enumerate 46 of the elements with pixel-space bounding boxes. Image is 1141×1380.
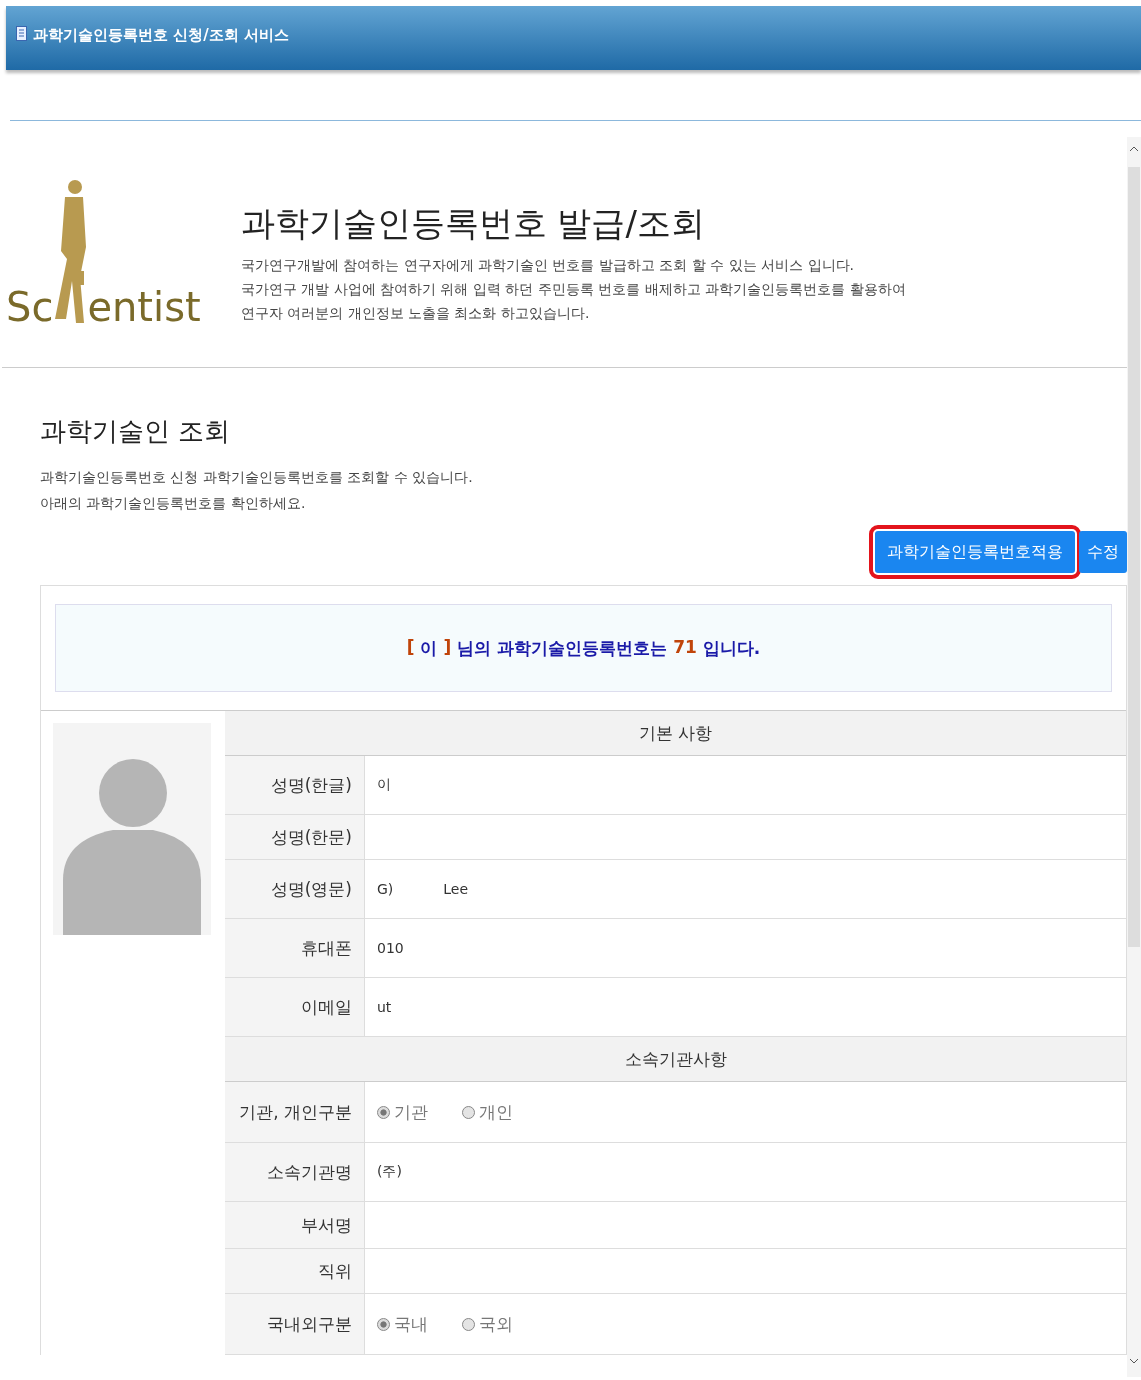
scroll-thumb[interactable] [1128,167,1140,947]
field-label: 휴대폰 [225,919,365,977]
field-label: 부서명 [225,1202,365,1248]
radio-label: 개인 [479,1100,513,1124]
field-value: 010 [377,940,404,956]
radio-button[interactable] [377,1317,390,1331]
radio-button[interactable] [462,1105,475,1119]
intro-text: 국가연구개발에 참여하는 연구자에게 과학기술인 번호를 발급하고 조회 할 수 있는 서비스 입니다. [240,257,856,275]
field-label: 성명(한글) [225,756,365,814]
radio-label: 국외 [479,1312,513,1336]
radio-button[interactable] [377,1105,390,1119]
field-value: Lee [443,881,469,897]
radio-label: 국내 [394,1312,428,1336]
intro-text: 연구자 여러분의 개인정보 노출을 최소화 하고있습니다. [240,305,591,323]
document-icon [16,26,27,41]
intro-text: 국가연구 개발 사업에 참여하기 위해 입력 하던 주민등록 번호를 배제하고 과학기술인등록번호를 활용하여 [240,281,906,299]
edit-button[interactable]: 수정 [1079,531,1127,573]
radio-label: 기관 [394,1100,428,1124]
field-value: ut [377,999,392,1015]
field-label: 성명(한문) [225,815,365,859]
radio-option[interactable]: 국외 [462,1312,513,1336]
group-header: 기본 사항 [225,711,1126,756]
radio-button[interactable] [462,1317,475,1331]
result-message: [ 이 ] 님의 과학기술인등록번호는 71 입니다. [406,636,761,660]
field-value: 이 [377,776,391,794]
radio-option[interactable]: 개인 [462,1100,513,1124]
section-description: 아래의 과학기술인등록번호를 확인하세요. [40,495,307,513]
avatar-silhouette-icon [53,723,211,935]
section-title: 과학기술인 조회 [40,415,232,448]
radio-option[interactable]: 기관 [377,1100,428,1124]
field-label: 국내외구분 [225,1294,365,1354]
window-title: 과학기술인등록번호 신청/조회 서비스 [33,26,289,45]
field-label: 이메일 [225,978,365,1036]
group-header: 소속기관사항 [225,1037,1126,1082]
field-label: 기관, 개인구분 [225,1082,365,1142]
scrollbar[interactable] [1127,137,1141,1377]
logo-text: Sc [6,287,54,327]
logo-text: entist [87,287,201,327]
section-description: 과학기술인등록번호 신청 과학기술인등록번호를 조회할 수 있습니다. [40,469,474,487]
page-title: 과학기술인등록번호 발급/조회 [240,202,706,245]
radio-option[interactable]: 국내 [377,1312,428,1336]
field-label: 성명(영문) [225,860,365,918]
field-label: 직위 [225,1249,365,1293]
field-value: (주) [377,1163,402,1181]
field-label: 소속기관명 [225,1143,365,1201]
field-value: G) [377,881,394,897]
